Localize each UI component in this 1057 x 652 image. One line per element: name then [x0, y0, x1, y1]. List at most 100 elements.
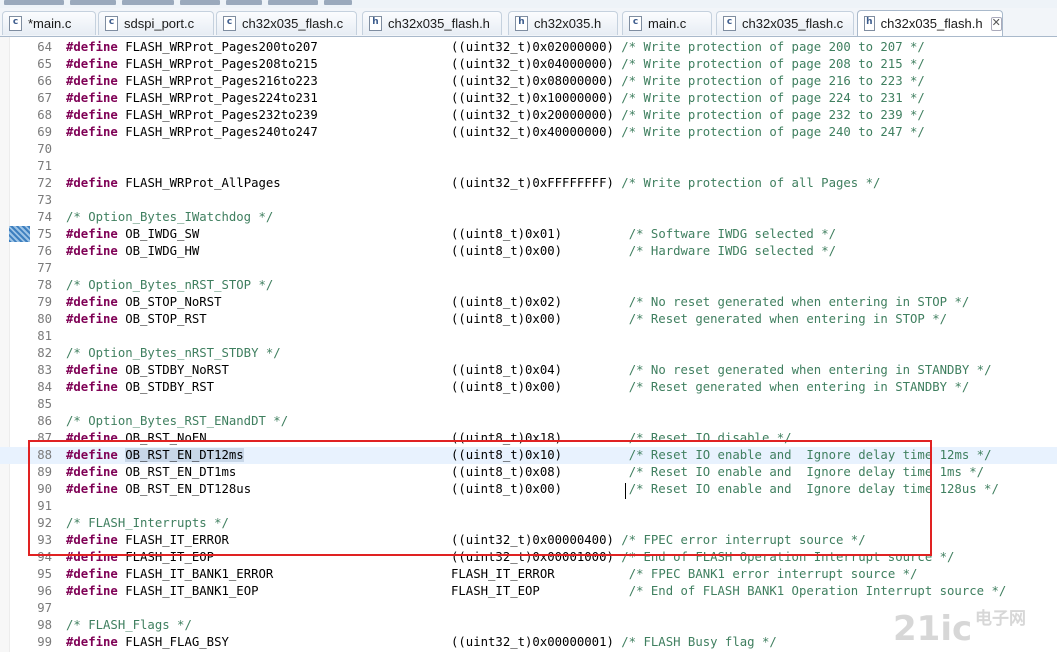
tab-label: sdspi_port.c [124, 16, 195, 31]
define-keyword: #define [66, 380, 118, 394]
tab-label: ch32x035_flash.c [742, 16, 844, 31]
tab-ch32x035-flash-h[interactable]: h ch32x035_flash.h [362, 11, 502, 35]
code-line[interactable]: 78 /* Option_Bytes_nRST_STOP */ [0, 277, 1057, 294]
define-keyword: #define [66, 227, 118, 241]
line-number: 71 [37, 159, 52, 173]
code-line[interactable]: 76 #define OB_IWDG_HW ((uint8_t)0x00) /* … [0, 243, 1057, 260]
window-title-strip [0, 0, 1057, 8]
macro-name: FLASH_WRProt_Pages208to215 [125, 57, 318, 71]
code-line[interactable]: 97 [0, 600, 1057, 617]
macro-value: ((uint32_t)0x00000400) [451, 533, 614, 547]
tab-main-c-modified[interactable]: c *main.c [2, 11, 96, 35]
code-line[interactable]: 69 #define FLASH_WRProt_Pages240to247 ((u… [0, 124, 1057, 141]
code-line[interactable]: 94 #define FLASH_IT_EOP ((uint32_t)0x0000… [0, 549, 1057, 566]
macro-value: ((uint8_t)0x02) [451, 295, 563, 309]
define-keyword: #define [66, 125, 118, 139]
code-editor[interactable]: 64 #define FLASH_WRProt_Pages200to207 ((u… [0, 37, 1057, 652]
define-keyword: #define [66, 550, 118, 564]
code-line[interactable]: 89 #define OB_RST_EN_DT1ms ((uint8_t)0x08… [0, 464, 1057, 481]
comment: /* Write protection of page 216 to 223 *… [621, 74, 925, 88]
code-line[interactable]: 68 #define FLASH_WRProt_Pages232to239 ((u… [0, 107, 1057, 124]
comment: /* No reset generated when entering in S… [628, 363, 992, 377]
code-line[interactable]: 85 [0, 396, 1057, 413]
code-line[interactable]: 83 #define OB_STDBY_NoRST ((uint8_t)0x04)… [0, 362, 1057, 379]
define-keyword: #define [66, 431, 118, 445]
line-number: 67 [37, 91, 52, 105]
code-line[interactable]: 66 #define FLASH_WRProt_Pages216to223 ((u… [0, 73, 1057, 90]
code-line[interactable]: 95 #define FLASH_IT_BANK1_ERROR FLASH_IT_… [0, 566, 1057, 583]
line-code: #define OB_STDBY_NoRST ((uint8_t)0x04) /… [66, 362, 991, 379]
comment: /* FPEC error interrupt source */ [621, 533, 866, 547]
code-line[interactable]: 98 /* FLASH_Flags */ [0, 617, 1057, 634]
code-line[interactable]: 80 #define OB_STOP_RST ((uint8_t)0x00) /*… [0, 311, 1057, 328]
line-code: #define OB_STDBY_RST ((uint8_t)0x00) /* … [66, 379, 969, 396]
define-keyword: #define [66, 108, 118, 122]
comment: /* Software IWDG selected */ [628, 227, 836, 241]
code-line[interactable]: 65 #define FLASH_WRProt_Pages208to215 ((u… [0, 56, 1057, 73]
comment: /* FLASH_Flags */ [66, 618, 192, 632]
code-line[interactable]: 64 #define FLASH_WRProt_Pages200to207 ((u… [0, 39, 1057, 56]
code-line[interactable]: 67 #define FLASH_WRProt_Pages224to231 ((u… [0, 90, 1057, 107]
code-line[interactable]: 86 /* Option_Bytes_RST_ENandDT */ [0, 413, 1057, 430]
code-line[interactable]: 93 #define FLASH_IT_ERROR ((uint32_t)0x00… [0, 532, 1057, 549]
code-line[interactable]: 88 #define OB_RST_EN_DT12ms ((uint8_t)0x1… [0, 447, 1057, 464]
code-line[interactable]: 75 #define OB_IWDG_SW ((uint8_t)0x01) /* … [0, 226, 1057, 243]
macro-name: FLASH_IT_BANK1_ERROR [125, 567, 274, 581]
line-number: 94 [37, 550, 52, 564]
code-line[interactable]: 79 #define OB_STOP_NoRST ((uint8_t)0x02) … [0, 294, 1057, 311]
code-line[interactable]: 96 #define FLASH_IT_BANK1_EOP FLASH_IT_EO… [0, 583, 1057, 600]
code-line[interactable]: 74 /* Option_Bytes_IWatchdog */ [0, 209, 1057, 226]
code-line[interactable]: 81 [0, 328, 1057, 345]
macro-value: ((uint8_t)0x08) [451, 465, 563, 479]
tab-ch32x035-flash-c[interactable]: c ch32x035_flash.c [216, 11, 357, 35]
comment: /* FLASH Busy flag */ [621, 635, 777, 649]
tab-ch32x035-flash-c-2[interactable]: c ch32x035_flash.c [716, 11, 854, 35]
line-number: 65 [37, 57, 52, 71]
close-tab-icon[interactable]: ✕ [990, 16, 1002, 31]
code-line[interactable]: 73 [0, 192, 1057, 209]
comment: /* End of FLASH Operation Interrupt sour… [621, 550, 955, 564]
tab-label: ch32x035_flash.h [880, 16, 983, 31]
code-line[interactable]: 71 [0, 158, 1057, 175]
tab-ch32x035-h[interactable]: h ch32x035.h [508, 11, 618, 35]
macro-name: FLASH_IT_EOP [125, 550, 215, 564]
define-keyword: #define [66, 40, 118, 54]
comment: /* FPEC BANK1 error interrupt source */ [628, 567, 918, 581]
define-keyword: #define [66, 567, 118, 581]
code-line[interactable]: 82 /* Option_Bytes_nRST_STDBY */ [0, 345, 1057, 362]
code-line[interactable]: 84 #define OB_STDBY_RST ((uint8_t)0x00) /… [0, 379, 1057, 396]
tab-ch32x035-flash-h-active[interactable]: h ch32x035_flash.h ✕ [857, 10, 1003, 36]
line-number: 64 [37, 40, 52, 54]
macro-value: ((uint32_t)0x10000000) [451, 91, 614, 105]
comment: /* Option_Bytes_nRST_STDBY */ [66, 346, 281, 360]
macro-name: OB_IWDG_HW [125, 244, 200, 258]
tab-main-c[interactable]: c main.c [622, 11, 712, 35]
line-number: 77 [37, 261, 52, 275]
code-line[interactable]: 72 #define FLASH_WRProt_AllPages ((uint32… [0, 175, 1057, 192]
line-code: #define FLASH_WRProt_Pages232to239 ((uin… [66, 107, 925, 124]
c-file-icon: c [9, 16, 22, 31]
line-number: 66 [37, 74, 52, 88]
line-code: #define FLASH_IT_ERROR ((uint32_t)0x0000… [66, 532, 866, 549]
code-line[interactable]: 77 [0, 260, 1057, 277]
code-line[interactable]: 90 #define OB_RST_EN_DT128us ((uint8_t)0x… [0, 481, 1057, 498]
line-code: #define OB_STOP_NoRST ((uint8_t)0x02) /*… [66, 294, 969, 311]
macro-value: ((uint32_t)0x08000000) [451, 74, 614, 88]
code-line[interactable]: 91 [0, 498, 1057, 515]
comment: /* Reset IO enable and Ignore delay time… [628, 465, 985, 479]
code-line[interactable]: 92 /* FLASH_Interrupts */ [0, 515, 1057, 532]
code-line[interactable]: 99 #define FLASH_FLAG_BSY ((uint32_t)0x00… [0, 634, 1057, 651]
comment: /* FLASH_Interrupts */ [66, 516, 229, 530]
tab-label: ch32x035.h [534, 16, 602, 31]
comment: /* Write protection of page 200 to 207 *… [621, 40, 925, 54]
c-file-icon: c [105, 16, 118, 31]
tab-sdspi-port-c[interactable]: c sdspi_port.c [98, 11, 214, 35]
code-line[interactable]: 87 #define OB_RST_NoEN ((uint8_t)0x18) /*… [0, 430, 1057, 447]
tab-label: ch32x035_flash.h [388, 16, 490, 31]
code-line[interactable]: 70 [0, 141, 1057, 158]
line-code: #define OB_RST_EN_DT12ms ((uint8_t)0x10)… [66, 447, 991, 464]
define-keyword: #define [66, 57, 118, 71]
define-keyword: #define [66, 295, 118, 309]
h-file-icon: h [515, 16, 528, 31]
line-code: /* FLASH_Flags */ [66, 617, 192, 634]
